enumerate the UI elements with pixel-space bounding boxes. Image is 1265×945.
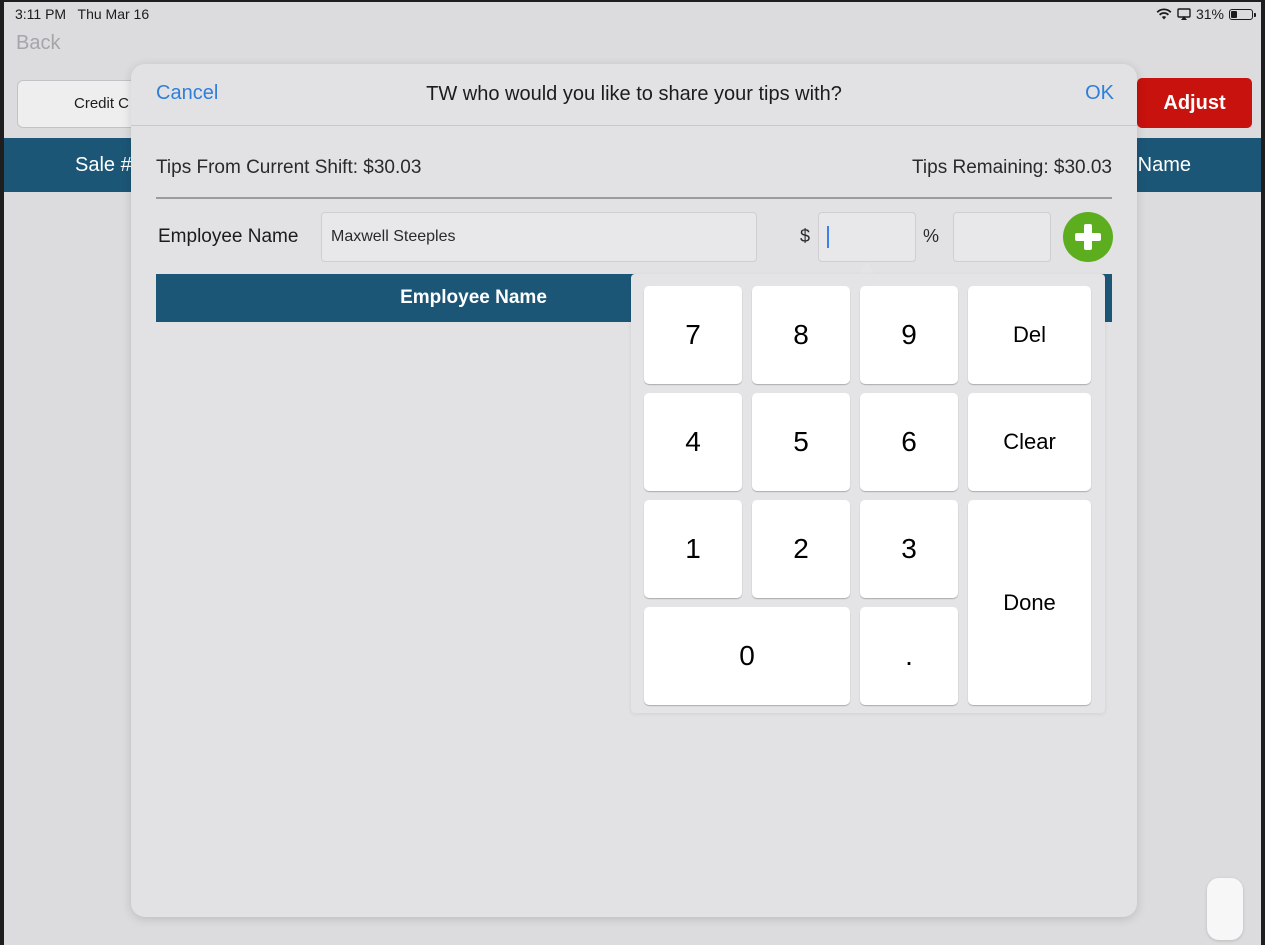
plus-circle-icon[interactable] [1063, 212, 1113, 262]
name-column: Name [1137, 154, 1191, 176]
key-1[interactable]: 1 [644, 500, 742, 598]
adjust-button[interactable]: Adjust [1137, 78, 1252, 128]
key-9[interactable]: 9 [860, 286, 958, 384]
modal-title: TW who would you like to share your tips… [426, 83, 842, 105]
clear-key[interactable]: Clear [968, 393, 1091, 491]
key-3[interactable]: 3 [860, 500, 958, 598]
status-time: 3:11 PM Thu Mar 16 [15, 6, 149, 22]
tip-percent-input[interactable] [953, 212, 1051, 262]
percent-label: % [923, 226, 940, 246]
status-indicators: 31% [1156, 6, 1256, 22]
tips-current-shift: Tips From Current Shift: $30.03 [156, 157, 422, 178]
key-0[interactable]: 0 [644, 607, 850, 705]
screen: 3:11 PM Thu Mar 16 31% Back Credit C Adj… [4, 2, 1261, 945]
battery-percent: 31% [1195, 6, 1224, 22]
ok-button[interactable]: OK [1085, 82, 1114, 105]
text-caret [827, 226, 829, 248]
employee-name-label: Employee Name [158, 226, 299, 247]
battery-fill [1231, 10, 1238, 18]
assistive-touch-button[interactable] [1207, 878, 1243, 940]
key-5[interactable]: 5 [752, 393, 850, 491]
tips-remaining: Tips Remaining: $30.03 [912, 157, 1112, 178]
divider [156, 197, 1112, 199]
wifi-icon [1156, 8, 1172, 20]
dollar-label: $ [800, 226, 811, 246]
done-key[interactable]: Done [968, 500, 1091, 705]
employee-name-input[interactable] [321, 212, 757, 262]
tip-amount-input[interactable] [818, 212, 916, 262]
key-7[interactable]: 7 [644, 286, 742, 384]
cancel-button[interactable]: Cancel [156, 82, 218, 105]
modal-header: TW who would you like to share your tips… [131, 64, 1137, 126]
back-button[interactable]: Back [16, 32, 60, 55]
key-4[interactable]: 4 [644, 393, 742, 491]
airplay-icon [1177, 8, 1191, 20]
key-6[interactable]: 6 [860, 393, 958, 491]
sale-number-column: Sale # [75, 154, 132, 176]
decimal-key[interactable]: . [860, 607, 958, 705]
delete-key[interactable]: Del [968, 286, 1091, 384]
status-clock: 3:11 PM [15, 6, 67, 22]
status-date: Thu Mar 16 [77, 6, 150, 22]
key-2[interactable]: 2 [752, 500, 850, 598]
key-8[interactable]: 8 [752, 286, 850, 384]
numeric-keypad: 7 8 9 Del 4 5 6 Clear 1 2 3 Done 0 . [631, 274, 1105, 713]
battery-icon [1229, 8, 1256, 20]
